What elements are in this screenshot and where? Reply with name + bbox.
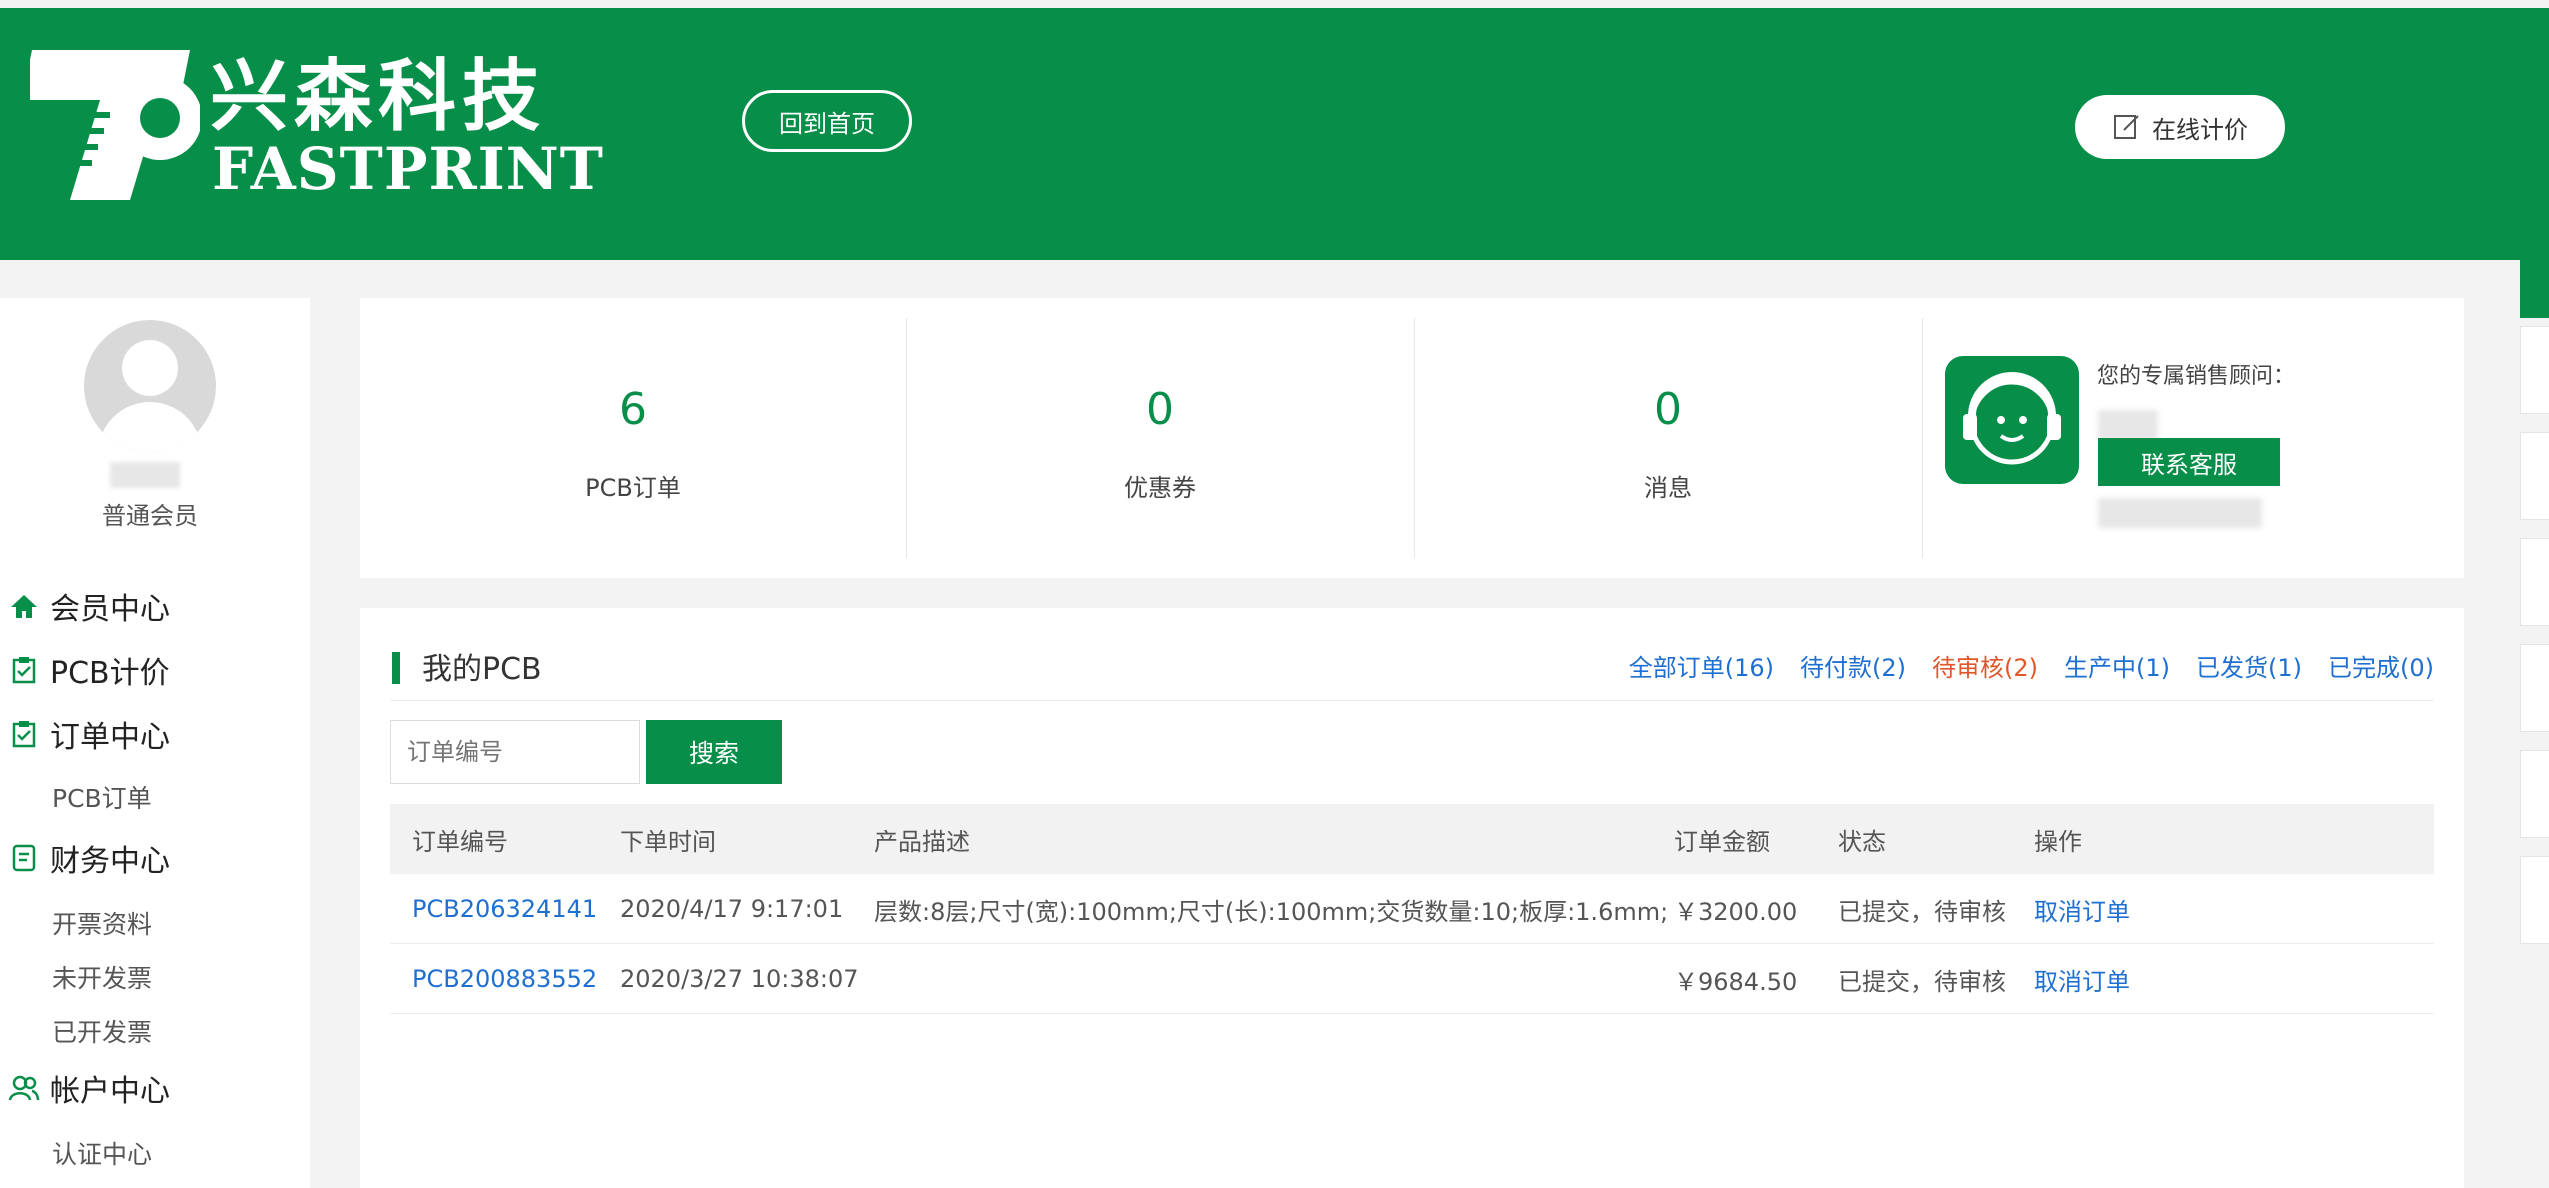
stat-label: PCB订单 xyxy=(585,474,681,502)
filter-in-production[interactable]: 生产中(1) xyxy=(2064,648,2170,683)
stat-messages[interactable]: 0 消息 xyxy=(1414,318,1922,558)
stat-pcb-orders[interactable]: 6 PCB订单 xyxy=(360,318,906,558)
table-row: PCB200883552 2020/3/27 10:38:07 ￥9684.50… xyxy=(390,944,2434,1014)
order-amount: ￥3200.00 xyxy=(1674,897,1798,926)
fastprint-logo-icon xyxy=(10,50,200,200)
stat-label: 消息 xyxy=(1644,474,1692,502)
stat-value: 0 xyxy=(1654,384,1682,435)
divider xyxy=(1922,318,1923,558)
sidebar-item-pcb-orders[interactable]: PCB订单 xyxy=(0,772,310,822)
advisor-phone-redacted xyxy=(2098,498,2262,528)
order-amount: ￥9684.50 xyxy=(1674,967,1798,996)
stats-card: 6 PCB订单 0 优惠券 0 消息 您的专属销售顾问： 联系客服 xyxy=(360,298,2464,578)
sidebar-item-invoice-info[interactable]: 开票资料 xyxy=(0,898,310,948)
sidebar-item-uninvoiced[interactable]: 未开发票 xyxy=(0,952,310,1002)
divider xyxy=(390,700,2434,701)
member-level: 普通会员 xyxy=(102,502,198,530)
online-quote-label: 在线计价 xyxy=(2152,115,2248,144)
product-description: 层数:8层;尺寸(宽):100mm;尺寸(长):100mm;交货数量:10;板厚… xyxy=(874,897,1669,926)
home-icon xyxy=(8,590,40,622)
sidebar-item-label: 财务中心 xyxy=(50,844,170,879)
online-quote-button[interactable]: 在线计价 xyxy=(2075,95,2285,159)
column-header: 订单金额 xyxy=(1674,827,1770,856)
users-icon xyxy=(8,1072,40,1104)
order-filters: 全部订单(16) 待付款(2) 待审核(2) 生产中(1) 已发货(1) 已完成… xyxy=(1629,648,2434,683)
cancel-order-button[interactable]: 取消订单 xyxy=(2034,944,2130,1014)
order-number-search-input[interactable] xyxy=(390,720,640,784)
stat-value: 6 xyxy=(619,384,647,435)
sidebar-item-pcb-quote[interactable]: PCB计价 xyxy=(0,642,310,698)
brand-name-en: FASTPRINT xyxy=(212,135,604,203)
table-row: PCB206324141 2020/4/17 9:17:01 层数:8层;尺寸(… xyxy=(390,874,2434,944)
sidebar-item-label: PCB计价 xyxy=(50,656,170,691)
filter-shipped[interactable]: 已发货(1) xyxy=(2196,648,2302,683)
clipboard-check-icon xyxy=(8,718,40,750)
sidebar-item-label: 帐户中心 xyxy=(50,1074,170,1109)
clipboard-check-icon xyxy=(8,654,40,686)
column-header: 状态 xyxy=(1838,827,1886,856)
sidebar-item-member-center[interactable]: 会员中心 xyxy=(0,578,310,634)
floating-tool-service[interactable] xyxy=(2520,230,2549,318)
sidebar: 普通会员 会员中心 PCB计价 订单中心 PCB订单 财务中心 开票资料 未开发… xyxy=(0,298,310,1188)
floating-tool-6[interactable] xyxy=(2520,750,2549,838)
home-button[interactable]: 回到首页 xyxy=(742,90,912,152)
stat-label: 优惠券 xyxy=(1124,474,1196,502)
advisor-name-redacted xyxy=(2098,410,2158,440)
header: 兴森科技 FASTPRINT 回到首页 在线计价 xyxy=(0,0,2549,262)
order-status: 已提交，待审核 xyxy=(1838,897,2006,926)
filter-completed[interactable]: 已完成(0) xyxy=(2328,648,2434,683)
username-redacted xyxy=(110,462,180,488)
filter-pending-payment[interactable]: 待付款(2) xyxy=(1800,648,1906,683)
section-title: 我的PCB xyxy=(422,652,542,687)
order-number-link[interactable]: PCB206324141 xyxy=(412,874,597,944)
floating-tool-7[interactable] xyxy=(2520,856,2549,944)
column-header: 产品描述 xyxy=(874,827,970,856)
sidebar-item-finance-center[interactable]: 财务中心 xyxy=(0,830,310,886)
floating-tool-2[interactable] xyxy=(2520,326,2549,414)
sidebar-item-label: 会员中心 xyxy=(50,592,170,627)
floating-tool-5[interactable] xyxy=(2520,644,2549,732)
orders-card: 我的PCB 全部订单(16) 待付款(2) 待审核(2) 生产中(1) 已发货(… xyxy=(360,608,2464,1188)
order-number-link[interactable]: PCB200883552 xyxy=(412,944,597,1014)
contact-service-button[interactable]: 联系客服 xyxy=(2098,438,2280,486)
floating-tool-4[interactable] xyxy=(2520,538,2549,626)
filter-pending-review[interactable]: 待审核(2) xyxy=(1932,648,2038,683)
section-marker xyxy=(392,652,400,684)
floating-tool-3[interactable] xyxy=(2520,432,2549,520)
orders-table-header: 订单编号 下单时间 产品描述 订单金额 状态 操作 xyxy=(390,804,2434,874)
brand-logo[interactable]: 兴森科技 FASTPRINT xyxy=(10,40,603,210)
sidebar-item-order-center[interactable]: 订单中心 xyxy=(0,706,310,762)
customer-service-icon xyxy=(1945,356,2079,484)
sidebar-item-label: 订单中心 xyxy=(50,720,170,755)
order-status: 已提交，待审核 xyxy=(1838,967,2006,996)
filter-all[interactable]: 全部订单(16) xyxy=(1629,648,1774,683)
sidebar-item-verification[interactable]: 认证中心 xyxy=(0,1128,310,1178)
cancel-order-button[interactable]: 取消订单 xyxy=(2034,874,2130,944)
document-icon xyxy=(8,842,40,874)
stat-coupons[interactable]: 0 优惠券 xyxy=(906,318,1414,558)
advisor-title: 您的专属销售顾问： xyxy=(2097,364,2296,389)
edit-icon xyxy=(2112,112,2142,142)
search-button[interactable]: 搜索 xyxy=(646,720,782,784)
order-time: 2020/3/27 10:38:07 xyxy=(620,965,859,993)
avatar[interactable] xyxy=(84,320,216,452)
stat-value: 0 xyxy=(1146,384,1174,435)
order-time: 2020/4/17 9:17:01 xyxy=(620,895,844,923)
column-header: 操作 xyxy=(2034,827,2082,856)
sidebar-item-account-center[interactable]: 帐户中心 xyxy=(0,1060,310,1116)
column-header: 下单时间 xyxy=(620,827,716,856)
brand-name-cn: 兴森科技 xyxy=(210,52,547,142)
sidebar-item-invoiced[interactable]: 已开发票 xyxy=(0,1006,310,1056)
column-header: 订单编号 xyxy=(412,827,508,856)
